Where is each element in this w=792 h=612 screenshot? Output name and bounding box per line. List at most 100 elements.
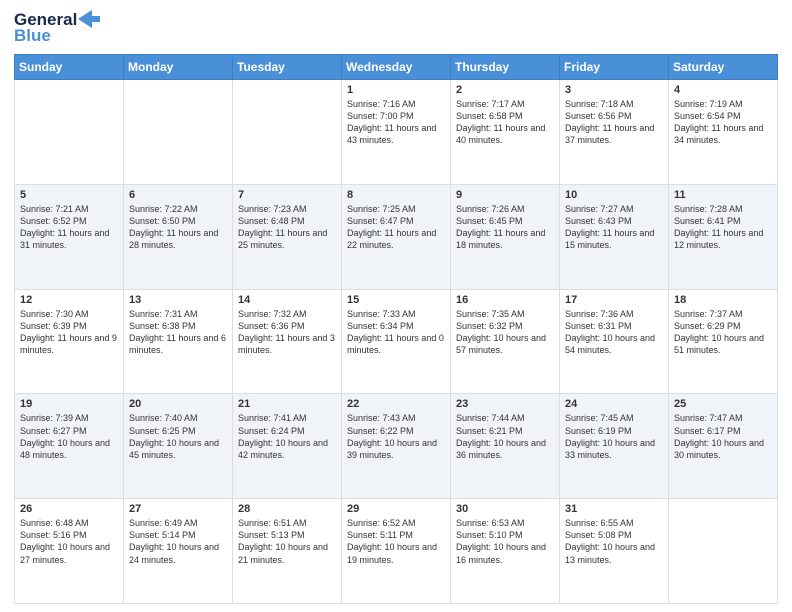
day-number: 15 — [347, 294, 445, 306]
day-info: Sunrise: 6:48 AM Sunset: 5:16 PM Dayligh… — [20, 517, 118, 566]
day-number: 20 — [129, 398, 227, 410]
day-number: 2 — [456, 84, 554, 96]
calendar-cell: 24 Sunrise: 7:45 AM Sunset: 6:19 PM Dayli… — [560, 394, 669, 499]
calendar-cell: 25 Sunrise: 7:47 AM Sunset: 6:17 PM Dayli… — [669, 394, 778, 499]
day-info: Sunrise: 7:31 AM Sunset: 6:38 PM Dayligh… — [129, 308, 227, 357]
logo-arrow-icon — [78, 10, 100, 28]
day-number: 27 — [129, 503, 227, 515]
day-number: 16 — [456, 294, 554, 306]
day-number: 8 — [347, 189, 445, 201]
day-info: Sunrise: 6:55 AM Sunset: 5:08 PM Dayligh… — [565, 517, 663, 566]
calendar-cell: 19 Sunrise: 7:39 AM Sunset: 6:27 PM Dayli… — [15, 394, 124, 499]
calendar-cell — [233, 80, 342, 185]
day-info: Sunrise: 7:33 AM Sunset: 6:34 PM Dayligh… — [347, 308, 445, 357]
day-number: 30 — [456, 503, 554, 515]
day-info: Sunrise: 7:25 AM Sunset: 6:47 PM Dayligh… — [347, 203, 445, 252]
day-info: Sunrise: 7:35 AM Sunset: 6:32 PM Dayligh… — [456, 308, 554, 357]
calendar-cell: 4Sunrise: 7:19 AM Sunset: 6:54 PM Daylig… — [669, 80, 778, 185]
day-info: Sunrise: 7:28 AM Sunset: 6:41 PM Dayligh… — [674, 203, 772, 252]
calendar-week-1: 1 Sunrise: 7:16 AM Sunset: 7:00 PM Daylig… — [15, 80, 778, 185]
day-info: Sunrise: 6:53 AM Sunset: 5:10 PM Dayligh… — [456, 517, 554, 566]
calendar-week-5: 26 Sunrise: 6:48 AM Sunset: 5:16 PM Dayli… — [15, 499, 778, 604]
calendar-table: SundayMondayTuesdayWednesdayThursdayFrid… — [14, 54, 778, 604]
calendar-cell: 28Sunrise: 6:51 AM Sunset: 5:13 PM Dayli… — [233, 499, 342, 604]
calendar-cell: 29 Sunrise: 6:52 AM Sunset: 5:11 PM Dayli… — [342, 499, 451, 604]
day-number: 25 — [674, 398, 772, 410]
day-info: Sunrise: 7:18 AM Sunset: 6:56 PM Dayligh… — [565, 98, 663, 147]
day-info: Sunrise: 7:22 AM Sunset: 6:50 PM Dayligh… — [129, 203, 227, 252]
day-info: Sunrise: 6:52 AM Sunset: 5:11 PM Dayligh… — [347, 517, 445, 566]
day-number: 9 — [456, 189, 554, 201]
calendar-cell: 2 Sunrise: 7:17 AM Sunset: 6:58 PM Daylig… — [451, 80, 560, 185]
calendar-cell: 1 Sunrise: 7:16 AM Sunset: 7:00 PM Daylig… — [342, 80, 451, 185]
day-number: 19 — [20, 398, 118, 410]
day-info: Sunrise: 6:49 AM Sunset: 5:14 PM Dayligh… — [129, 517, 227, 566]
day-number: 18 — [674, 294, 772, 306]
day-info: Sunrise: 7:43 AM Sunset: 6:22 PM Dayligh… — [347, 412, 445, 461]
calendar-cell: 12Sunrise: 7:30 AM Sunset: 6:39 PM Dayli… — [15, 289, 124, 394]
day-number: 14 — [238, 294, 336, 306]
day-info: Sunrise: 7:40 AM Sunset: 6:25 PM Dayligh… — [129, 412, 227, 461]
day-number: 29 — [347, 503, 445, 515]
day-info: Sunrise: 7:23 AM Sunset: 6:48 PM Dayligh… — [238, 203, 336, 252]
calendar-cell: 5Sunrise: 7:21 AM Sunset: 6:52 PM Daylig… — [15, 184, 124, 289]
calendar-cell: 27 Sunrise: 6:49 AM Sunset: 5:14 PM Dayli… — [124, 499, 233, 604]
day-info: Sunrise: 7:37 AM Sunset: 6:29 PM Dayligh… — [674, 308, 772, 357]
day-info: Sunrise: 7:16 AM Sunset: 7:00 PM Dayligh… — [347, 98, 445, 147]
calendar-cell: 17Sunrise: 7:36 AM Sunset: 6:31 PM Dayli… — [560, 289, 669, 394]
day-number: 23 — [456, 398, 554, 410]
calendar-cell: 16 Sunrise: 7:35 AM Sunset: 6:32 PM Dayli… — [451, 289, 560, 394]
day-number: 21 — [238, 398, 336, 410]
day-number: 11 — [674, 189, 772, 201]
calendar-week-4: 19 Sunrise: 7:39 AM Sunset: 6:27 PM Dayli… — [15, 394, 778, 499]
day-number: 28 — [238, 503, 336, 515]
calendar-cell: 11 Sunrise: 7:28 AM Sunset: 6:41 PM Dayli… — [669, 184, 778, 289]
calendar-cell: 22 Sunrise: 7:43 AM Sunset: 6:22 PM Dayli… — [342, 394, 451, 499]
calendar-cell: 15 Sunrise: 7:33 AM Sunset: 6:34 PM Dayli… — [342, 289, 451, 394]
day-number: 12 — [20, 294, 118, 306]
day-number: 22 — [347, 398, 445, 410]
calendar-cell — [124, 80, 233, 185]
calendar-cell: 18 Sunrise: 7:37 AM Sunset: 6:29 PM Dayli… — [669, 289, 778, 394]
day-header-wednesday: Wednesday — [342, 55, 451, 80]
day-header-tuesday: Tuesday — [233, 55, 342, 80]
day-info: Sunrise: 7:39 AM Sunset: 6:27 PM Dayligh… — [20, 412, 118, 461]
calendar-cell: 8 Sunrise: 7:25 AM Sunset: 6:47 PM Daylig… — [342, 184, 451, 289]
day-number: 3 — [565, 84, 663, 96]
calendar-cell: 3 Sunrise: 7:18 AM Sunset: 6:56 PM Daylig… — [560, 80, 669, 185]
calendar-week-2: 5Sunrise: 7:21 AM Sunset: 6:52 PM Daylig… — [15, 184, 778, 289]
calendar-cell: 21 Sunrise: 7:41 AM Sunset: 6:24 PM Dayli… — [233, 394, 342, 499]
day-number: 7 — [238, 189, 336, 201]
logo-blue: Blue — [14, 26, 51, 46]
day-number: 6 — [129, 189, 227, 201]
calendar-cell: 13 Sunrise: 7:31 AM Sunset: 6:38 PM Dayli… — [124, 289, 233, 394]
day-header-thursday: Thursday — [451, 55, 560, 80]
day-number: 10 — [565, 189, 663, 201]
day-info: Sunrise: 7:45 AM Sunset: 6:19 PM Dayligh… — [565, 412, 663, 461]
day-number: 5 — [20, 189, 118, 201]
day-number: 31 — [565, 503, 663, 515]
calendar-cell: 6 Sunrise: 7:22 AM Sunset: 6:50 PM Daylig… — [124, 184, 233, 289]
calendar-cell — [669, 499, 778, 604]
day-number: 26 — [20, 503, 118, 515]
page-container: General Blue SundayMondayTuesdayWednesda… — [0, 0, 792, 612]
day-info: Sunrise: 7:44 AM Sunset: 6:21 PM Dayligh… — [456, 412, 554, 461]
calendar-cell: 30 Sunrise: 6:53 AM Sunset: 5:10 PM Dayli… — [451, 499, 560, 604]
day-info: Sunrise: 7:36 AM Sunset: 6:31 PM Dayligh… — [565, 308, 663, 357]
calendar-cell: 31 Sunrise: 6:55 AM Sunset: 5:08 PM Dayli… — [560, 499, 669, 604]
day-info: Sunrise: 7:17 AM Sunset: 6:58 PM Dayligh… — [456, 98, 554, 147]
day-number: 13 — [129, 294, 227, 306]
day-number: 24 — [565, 398, 663, 410]
day-info: Sunrise: 7:41 AM Sunset: 6:24 PM Dayligh… — [238, 412, 336, 461]
day-info: Sunrise: 7:47 AM Sunset: 6:17 PM Dayligh… — [674, 412, 772, 461]
day-number: 1 — [347, 84, 445, 96]
day-info: Sunrise: 7:19 AM Sunset: 6:54 PM Dayligh… — [674, 98, 772, 147]
calendar-cell: 14Sunrise: 7:32 AM Sunset: 6:36 PM Dayli… — [233, 289, 342, 394]
calendar-cell: 26 Sunrise: 6:48 AM Sunset: 5:16 PM Dayli… — [15, 499, 124, 604]
calendar-cell — [15, 80, 124, 185]
day-header-saturday: Saturday — [669, 55, 778, 80]
calendar-cell: 7 Sunrise: 7:23 AM Sunset: 6:48 PM Daylig… — [233, 184, 342, 289]
calendar-cell: 9Sunrise: 7:26 AM Sunset: 6:45 PM Daylig… — [451, 184, 560, 289]
calendar-cell: 10Sunrise: 7:27 AM Sunset: 6:43 PM Dayli… — [560, 184, 669, 289]
calendar-header-row: SundayMondayTuesdayWednesdayThursdayFrid… — [15, 55, 778, 80]
